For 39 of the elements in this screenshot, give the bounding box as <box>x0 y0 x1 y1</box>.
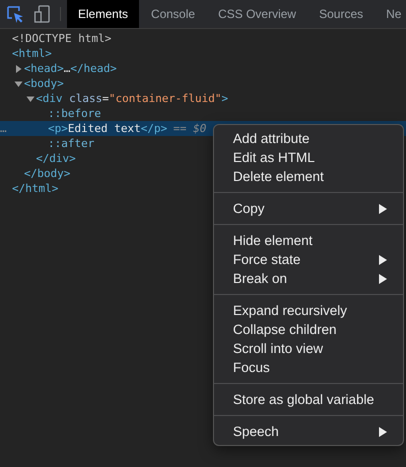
dom-node-row[interactable]: <head>…</head> <box>0 61 406 76</box>
panel-tab[interactable]: Elements <box>67 0 140 28</box>
expanded-triangle-icon[interactable] <box>26 94 35 102</box>
code-text: </body> <box>24 166 70 181</box>
panel-tab[interactable]: Sources <box>308 0 374 28</box>
code-text: <!DOCTYPE html> <box>12 31 112 46</box>
code-text: </html> <box>12 181 58 196</box>
dom-node-row[interactable]: <div class="container-fluid"> <box>0 91 406 106</box>
menu-item[interactable]: Expand recursively <box>214 301 403 320</box>
dom-node-row[interactable]: <body> <box>0 76 406 91</box>
code-text: <div class="container-fluid"> <box>36 91 228 106</box>
code-text: <p>Edited text</p> <box>48 121 168 136</box>
expanded-triangle-icon[interactable] <box>14 80 23 88</box>
code-text: <body> <box>24 76 64 91</box>
menu-item[interactable]: Hide element <box>214 231 403 250</box>
dom-node-row[interactable]: <!DOCTYPE html> <box>0 31 406 46</box>
dom-node-row[interactable]: ::before <box>0 106 406 121</box>
dom-node-row[interactable]: <html> <box>0 46 406 61</box>
device-icon[interactable] <box>34 5 50 23</box>
menu-item[interactable]: Break on <box>214 269 403 288</box>
menu-item[interactable]: Focus <box>214 358 403 377</box>
menu-item[interactable]: Collapse children <box>214 320 403 339</box>
code-text: </div> <box>36 151 76 166</box>
menu-item[interactable]: Delete element <box>214 167 403 186</box>
code-text: <head>…</head> <box>24 61 117 76</box>
selected-marker: == $0 <box>173 121 206 136</box>
menu-item[interactable]: Speech <box>214 422 403 441</box>
menu-item[interactable]: Store as global variable <box>214 390 403 409</box>
menu-item[interactable]: Scroll into view <box>214 339 403 358</box>
code-text: <html> <box>12 46 52 61</box>
menu-item[interactable]: Edit as HTML <box>214 148 403 167</box>
panel-tab[interactable]: Console <box>140 0 206 28</box>
panel-tab[interactable]: Ne <box>375 0 406 28</box>
code-text: ::before <box>48 106 101 121</box>
collapsed-triangle-icon[interactable] <box>14 64 23 72</box>
inspect-icon[interactable] <box>7 6 24 22</box>
panel-tab[interactable]: CSS Overview <box>207 0 308 28</box>
menu-item[interactable]: Copy <box>214 199 403 218</box>
menu-item[interactable]: Force state <box>214 250 403 269</box>
